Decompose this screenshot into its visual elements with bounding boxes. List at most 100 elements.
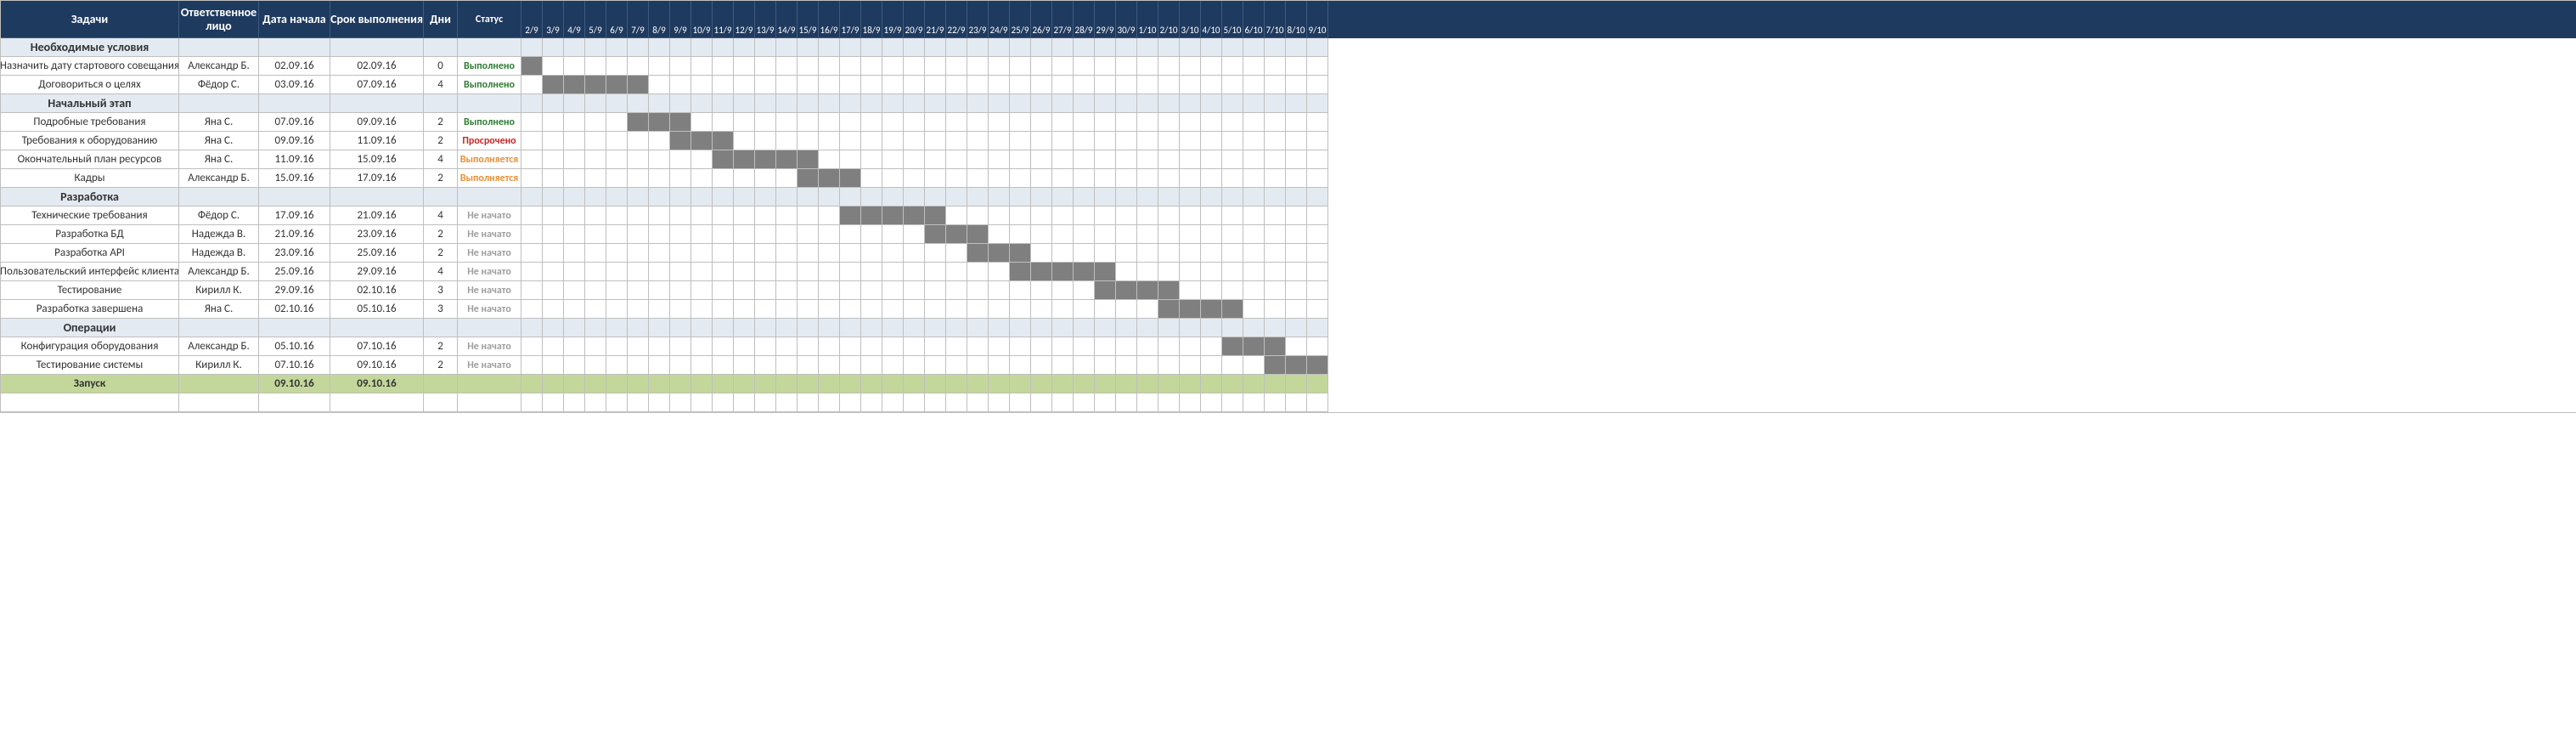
timeline-cell[interactable] [967,57,989,76]
timeline-cell[interactable] [670,76,691,94]
timeline-cell[interactable] [1286,225,1307,244]
start-date-cell[interactable] [259,94,330,113]
timeline-cell[interactable] [691,300,713,319]
timeline-cell[interactable] [1074,150,1095,169]
due-date-cell[interactable]: 05.10.16 [330,300,424,319]
owner-cell[interactable] [179,319,259,337]
timeline-cell[interactable] [1116,300,1137,319]
empty-cell[interactable] [1307,393,1328,412]
timeline-cell[interactable] [946,57,967,76]
timeline-cell[interactable] [1095,207,1116,225]
timeline-cell[interactable] [1095,337,1116,356]
timeline-cell[interactable] [1243,300,1265,319]
timeline-cell[interactable] [564,225,585,244]
status-cell[interactable]: Выполнено [458,113,521,132]
timeline-cell[interactable] [925,94,946,113]
timeline-cell[interactable] [882,169,904,188]
timeline-cell[interactable] [649,356,670,375]
empty-cell[interactable] [713,393,734,412]
timeline-cell[interactable] [904,150,925,169]
timeline-cell[interactable] [1222,57,1243,76]
timeline-cell[interactable] [1307,225,1328,244]
timeline-cell[interactable] [1180,188,1201,207]
timeline-cell[interactable] [946,375,967,393]
timeline-cell[interactable] [925,337,946,356]
timeline-cell[interactable] [521,300,543,319]
task-row[interactable]: КадрыАлександр Б.15.09.1617.09.162Выполн… [1,169,2576,188]
timeline-cell[interactable] [882,300,904,319]
timeline-cell[interactable] [543,150,564,169]
timeline-cell[interactable] [1116,337,1137,356]
timeline-cell[interactable] [585,225,606,244]
timeline-cell[interactable] [1116,356,1137,375]
timeline-cell[interactable] [1031,94,1052,113]
due-date-cell[interactable]: 17.09.16 [330,169,424,188]
timeline-cell[interactable] [606,76,628,94]
timeline-cell[interactable] [564,244,585,263]
timeline-cell[interactable] [1243,132,1265,150]
timeline-cell[interactable] [734,57,755,76]
timeline-cell[interactable] [861,38,882,57]
timeline-cell[interactable] [904,38,925,57]
timeline-cell[interactable] [670,281,691,300]
timeline-cell[interactable] [989,76,1010,94]
timeline-cell[interactable] [1116,263,1137,281]
timeline-cell[interactable] [1052,76,1074,94]
timeline-cell[interactable] [882,337,904,356]
timeline-cell[interactable] [840,375,861,393]
timeline-cell[interactable] [1243,169,1265,188]
timeline-cell[interactable] [819,225,840,244]
status-cell[interactable]: Не начато [458,225,521,244]
timeline-cell[interactable] [628,132,649,150]
task-name-cell[interactable]: Тестирование системы [1,356,179,375]
timeline-cell[interactable] [904,57,925,76]
timeline-cell[interactable] [1158,225,1180,244]
timeline-cell[interactable] [1180,57,1201,76]
timeline-cell[interactable] [1158,375,1180,393]
timeline-cell[interactable] [521,169,543,188]
timeline-cell[interactable] [734,207,755,225]
timeline-cell[interactable] [819,319,840,337]
timeline-cell[interactable] [713,94,734,113]
timeline-cell[interactable] [521,94,543,113]
timeline-cell[interactable] [798,150,819,169]
timeline-cell[interactable] [1307,300,1328,319]
timeline-cell[interactable] [564,113,585,132]
timeline-cell[interactable] [734,244,755,263]
timeline-cell[interactable] [628,150,649,169]
timeline-cell[interactable] [989,300,1010,319]
days-cell[interactable]: 2 [424,356,458,375]
timeline-cell[interactable] [585,244,606,263]
timeline-cell[interactable] [798,375,819,393]
days-cell[interactable]: 3 [424,281,458,300]
task-name-cell[interactable]: Пользовательский интерфейс клиента [1,263,179,281]
empty-cell[interactable] [989,393,1010,412]
timeline-cell[interactable] [1180,150,1201,169]
status-cell[interactable]: Просрочено [458,132,521,150]
timeline-cell[interactable] [734,169,755,188]
timeline-cell[interactable] [882,132,904,150]
timeline-cell[interactable] [861,281,882,300]
timeline-cell[interactable] [776,244,798,263]
timeline-cell[interactable] [861,375,882,393]
status-cell[interactable]: Не начато [458,356,521,375]
timeline-cell[interactable] [1286,244,1307,263]
status-cell[interactable]: Не начато [458,337,521,356]
timeline-cell[interactable] [1243,207,1265,225]
timeline-cell[interactable] [606,169,628,188]
timeline-cell[interactable] [946,76,967,94]
empty-cell[interactable] [840,393,861,412]
timeline-cell[interactable] [755,337,776,356]
days-cell[interactable]: 4 [424,207,458,225]
timeline-cell[interactable] [1031,76,1052,94]
timeline-cell[interactable] [1031,319,1052,337]
timeline-cell[interactable] [628,113,649,132]
timeline-cell[interactable] [819,207,840,225]
timeline-cell[interactable] [946,188,967,207]
empty-cell[interactable] [798,393,819,412]
timeline-cell[interactable] [564,150,585,169]
timeline-cell[interactable] [713,263,734,281]
timeline-cell[interactable] [1137,244,1158,263]
timeline-cell[interactable] [606,150,628,169]
timeline-cell[interactable] [628,244,649,263]
